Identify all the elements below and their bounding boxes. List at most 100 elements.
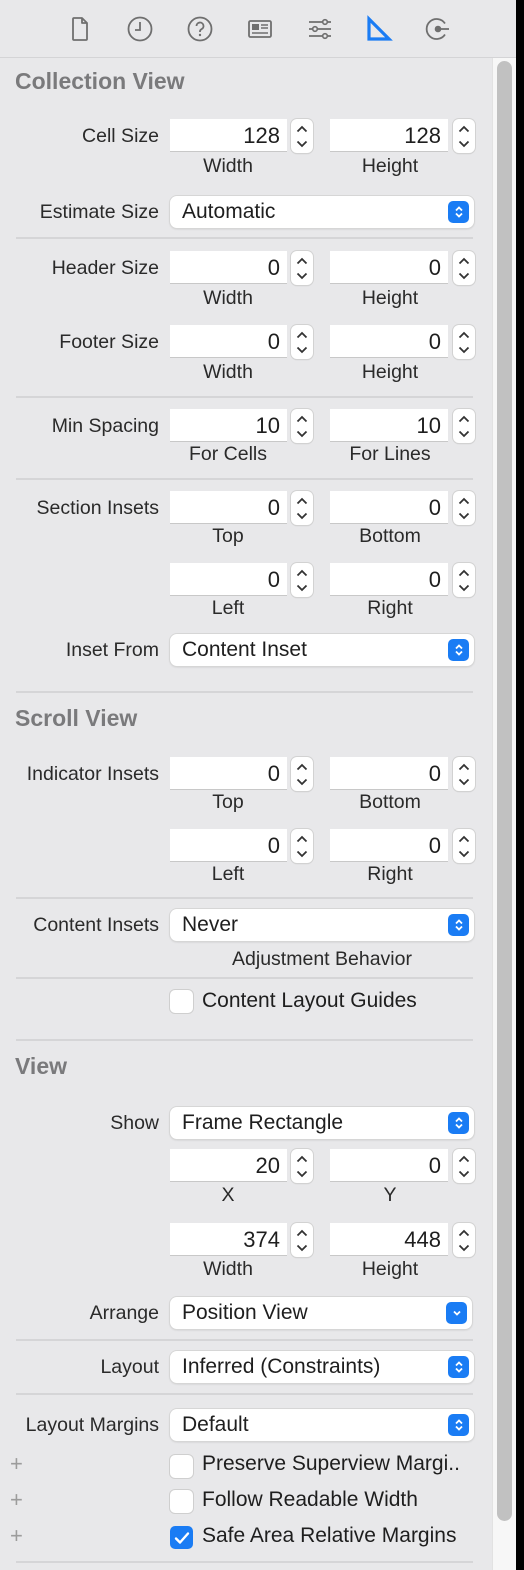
chevron-up-icon[interactable] bbox=[453, 1151, 475, 1166]
size-inspector-tab[interactable] bbox=[360, 12, 396, 46]
chevron-up-icon[interactable] bbox=[291, 327, 313, 342]
footer-height-field[interactable]: 0 bbox=[330, 325, 448, 358]
chevron-down-icon[interactable] bbox=[291, 342, 313, 357]
chevron-down-icon[interactable] bbox=[291, 136, 313, 151]
section-inset-right-field[interactable]: 0 bbox=[330, 563, 448, 596]
chevron-up-icon[interactable] bbox=[291, 121, 313, 136]
min-spacing-lines-stepper[interactable] bbox=[453, 409, 475, 443]
section-inset-left-field[interactable]: 0 bbox=[170, 563, 287, 596]
frame-height-field[interactable]: 448 bbox=[330, 1223, 448, 1256]
safe-area-relative-margins-checkbox[interactable] bbox=[170, 1526, 193, 1549]
chevron-down-icon[interactable] bbox=[453, 580, 475, 595]
indicator-inset-top-field[interactable]: 0 bbox=[170, 757, 287, 790]
indicator-inset-bottom-stepper[interactable] bbox=[453, 757, 475, 791]
footer-height-stepper[interactable] bbox=[453, 325, 475, 359]
cell-width-field[interactable]: 128 bbox=[170, 119, 287, 152]
frame-width-stepper[interactable] bbox=[291, 1223, 313, 1257]
footer-width-field[interactable]: 0 bbox=[170, 325, 287, 358]
frame-x-stepper[interactable] bbox=[291, 1149, 313, 1183]
chevron-down-icon[interactable] bbox=[291, 774, 313, 789]
estimate-size-popup[interactable]: Automatic bbox=[170, 196, 474, 228]
chevron-down-icon[interactable] bbox=[291, 1166, 313, 1181]
header-height-stepper[interactable] bbox=[453, 251, 475, 285]
chevron-up-icon[interactable] bbox=[291, 759, 313, 774]
chevron-up-icon[interactable] bbox=[291, 253, 313, 268]
chevron-up-icon[interactable] bbox=[453, 759, 475, 774]
frame-y-field[interactable]: 0 bbox=[330, 1149, 448, 1182]
section-inset-right-stepper[interactable] bbox=[453, 563, 475, 597]
chevron-up-icon[interactable] bbox=[291, 831, 313, 846]
section-inset-top-stepper[interactable] bbox=[291, 491, 313, 525]
min-spacing-cells-field[interactable]: 10 bbox=[170, 409, 287, 442]
content-layout-guides-checkbox[interactable] bbox=[170, 990, 193, 1013]
chevron-up-icon[interactable] bbox=[291, 1151, 313, 1166]
chevron-up-icon[interactable] bbox=[291, 565, 313, 580]
cell-width-stepper[interactable] bbox=[291, 119, 313, 153]
chevron-down-icon[interactable] bbox=[453, 508, 475, 523]
chevron-down-icon[interactable] bbox=[291, 268, 313, 283]
chevron-down-icon[interactable] bbox=[291, 580, 313, 595]
show-popup[interactable]: Frame Rectangle bbox=[170, 1107, 474, 1139]
chevron-down-icon[interactable] bbox=[453, 1166, 475, 1181]
file-inspector-tab[interactable] bbox=[62, 12, 98, 46]
chevron-up-icon[interactable] bbox=[453, 253, 475, 268]
chevron-down-icon[interactable] bbox=[453, 1240, 475, 1255]
indicator-inset-top-stepper[interactable] bbox=[291, 757, 313, 791]
section-inset-bottom-stepper[interactable] bbox=[453, 491, 475, 525]
preserve-superview-margins-checkbox[interactable] bbox=[170, 1455, 193, 1478]
chevron-down-icon[interactable] bbox=[453, 268, 475, 283]
identity-inspector-tab[interactable] bbox=[242, 12, 278, 46]
min-spacing-cells-stepper[interactable] bbox=[291, 409, 313, 443]
chevron-down-icon[interactable] bbox=[291, 846, 313, 861]
content-insets-popup[interactable]: Never bbox=[170, 909, 474, 941]
frame-height-stepper[interactable] bbox=[453, 1223, 475, 1257]
header-width-stepper[interactable] bbox=[291, 251, 313, 285]
frame-x-field[interactable]: 20 bbox=[170, 1149, 287, 1182]
plus-icon[interactable]: + bbox=[10, 1451, 23, 1477]
chevron-down-icon[interactable] bbox=[291, 1240, 313, 1255]
indicator-inset-left-stepper[interactable] bbox=[291, 829, 313, 863]
indicator-inset-right-stepper[interactable] bbox=[453, 829, 475, 863]
section-inset-left-stepper[interactable] bbox=[291, 563, 313, 597]
layout-popup[interactable]: Inferred (Constraints) bbox=[170, 1351, 474, 1383]
chevron-up-icon[interactable] bbox=[291, 1225, 313, 1240]
chevron-up-icon[interactable] bbox=[453, 831, 475, 846]
layout-margins-popup[interactable]: Default bbox=[170, 1409, 474, 1441]
frame-y-stepper[interactable] bbox=[453, 1149, 475, 1183]
chevron-down-icon[interactable] bbox=[291, 508, 313, 523]
chevron-up-icon[interactable] bbox=[453, 411, 475, 426]
inset-from-popup[interactable]: Content Inset bbox=[170, 634, 474, 666]
arrange-popup[interactable]: Position View bbox=[170, 1297, 472, 1329]
quick-help-inspector-tab[interactable] bbox=[182, 12, 218, 46]
chevron-down-icon[interactable] bbox=[453, 342, 475, 357]
indicator-inset-left-field[interactable]: 0 bbox=[170, 829, 287, 862]
scrollbar-thumb[interactable] bbox=[497, 61, 512, 1521]
cell-height-field[interactable]: 128 bbox=[330, 119, 448, 152]
connections-inspector-tab[interactable] bbox=[420, 12, 456, 46]
chevron-down-icon[interactable] bbox=[453, 774, 475, 789]
history-inspector-tab[interactable] bbox=[122, 12, 158, 46]
header-width-field[interactable]: 0 bbox=[170, 251, 287, 284]
chevron-down-icon[interactable] bbox=[291, 426, 313, 441]
indicator-inset-bottom-field[interactable]: 0 bbox=[330, 757, 448, 790]
chevron-up-icon[interactable] bbox=[291, 411, 313, 426]
chevron-down-icon[interactable] bbox=[453, 136, 475, 151]
chevron-up-icon[interactable] bbox=[291, 493, 313, 508]
frame-width-field[interactable]: 374 bbox=[170, 1223, 287, 1256]
section-inset-top-field[interactable]: 0 bbox=[170, 491, 287, 524]
chevron-down-icon[interactable] bbox=[453, 426, 475, 441]
header-height-field[interactable]: 0 bbox=[330, 251, 448, 284]
chevron-up-icon[interactable] bbox=[453, 565, 475, 580]
min-spacing-lines-field[interactable]: 10 bbox=[330, 409, 448, 442]
chevron-up-icon[interactable] bbox=[453, 493, 475, 508]
chevron-down-icon[interactable] bbox=[453, 846, 475, 861]
chevron-up-icon[interactable] bbox=[453, 327, 475, 342]
cell-height-stepper[interactable] bbox=[453, 119, 475, 153]
follow-readable-width-checkbox[interactable] bbox=[170, 1490, 193, 1513]
section-inset-bottom-field[interactable]: 0 bbox=[330, 491, 448, 524]
footer-width-stepper[interactable] bbox=[291, 325, 313, 359]
indicator-inset-right-field[interactable]: 0 bbox=[330, 829, 448, 862]
plus-icon[interactable]: + bbox=[10, 1487, 23, 1513]
chevron-up-icon[interactable] bbox=[453, 121, 475, 136]
attributes-inspector-tab[interactable] bbox=[302, 12, 338, 46]
